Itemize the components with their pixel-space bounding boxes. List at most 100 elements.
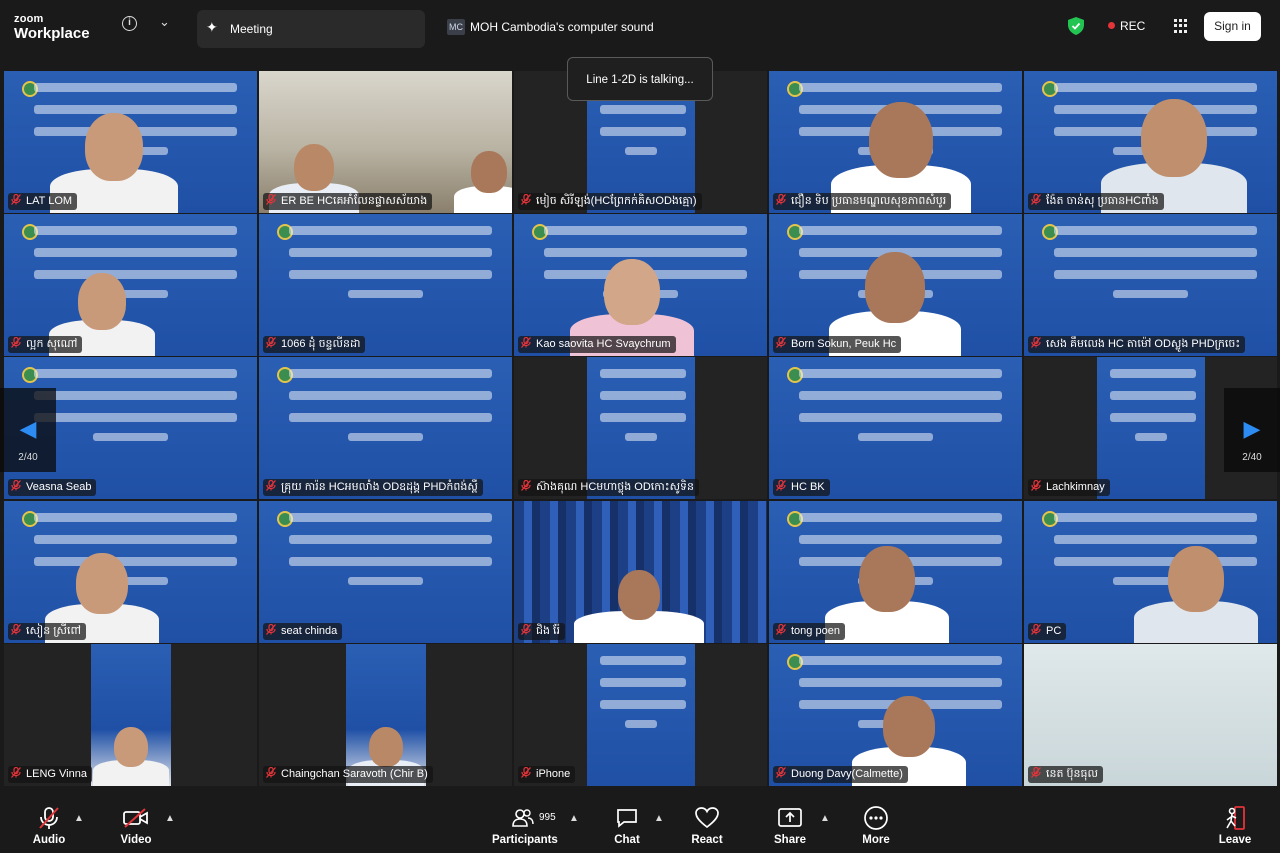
apps-grid-icon[interactable] [1174, 19, 1188, 33]
participant-video [91, 644, 171, 786]
participant-face [76, 553, 128, 614]
microphone-muted-icon [11, 194, 21, 205]
participant-tile[interactable]: ង៉ែត ចាន់សុ ប្រធានHCពាំង [1024, 71, 1277, 213]
participant-tile[interactable]: LAT LOM [4, 71, 257, 213]
microphone-muted-icon [776, 337, 786, 348]
participant-tile[interactable]: 1066 ដុំ ចន្ទលីនដា [259, 214, 512, 356]
participant-name: ស៊ាងគុណ HCមហាថ្លុង ODកោះសូទិន [536, 481, 695, 493]
participant-name: LENG Vinna [26, 768, 87, 780]
more-button[interactable]: More [857, 805, 895, 846]
participant-name: ជឿន ទិប ប្រធានមណ្ឌលសុខភាពសំបូរ [791, 195, 947, 207]
participant-name-label: PC [1028, 623, 1067, 640]
participant-tile[interactable]: seat chinda [259, 501, 512, 643]
presentation-slide [769, 357, 1022, 499]
chat-icon [617, 809, 637, 828]
video-label: Video [120, 834, 152, 846]
arrow-left-icon: ◀ [19, 416, 37, 441]
participant-tile[interactable]: គ្រុយ ការ៉ន HCអមលាំង ODឧដុង្គ PHDកំពង់ស្… [259, 357, 512, 499]
participant-name: 1066 ដុំ ចន្ទលីនដា [281, 338, 361, 350]
video-button[interactable]: Video [117, 805, 155, 846]
participant-tile[interactable]: នេត ប៊ុនធុល [1024, 644, 1277, 786]
microphone-muted-icon [521, 337, 531, 348]
participant-tile[interactable]: PC [1024, 501, 1277, 643]
microphone-muted-icon [1031, 480, 1041, 491]
participant-name: Duong Davy(Calmette) [791, 768, 903, 780]
logo-line1: zoom [14, 13, 44, 25]
chat-button[interactable]: Chat [608, 805, 646, 846]
participant-tile[interactable]: ល្អក សុណៅ [4, 214, 257, 356]
info-icon[interactable]: i [122, 16, 137, 31]
leave-icon [1226, 806, 1245, 830]
participants-icon [512, 809, 534, 827]
participant-name-label: ER BE HCគេអាំលែនផ្ទាសស័យាង [263, 193, 433, 210]
participant-name-label: ជឿន ទិប ប្រធានមណ្ឌលសុខភាពសំបូរ [773, 193, 952, 210]
microphone-muted-icon [521, 767, 531, 778]
video-options-caret[interactable]: ▲ [165, 813, 175, 824]
previous-page-button[interactable]: ◀ 2/40 [0, 388, 56, 472]
participant-face [859, 546, 915, 612]
participant-tile[interactable]: Duong Davy(Calmette) [769, 644, 1022, 786]
next-page-button[interactable]: ▶ 2/40 [1224, 388, 1280, 472]
participant-face [78, 273, 126, 330]
audio-options-caret[interactable]: ▲ [74, 813, 84, 824]
camera-off-icon [123, 808, 148, 828]
participant-tile[interactable]: LENG Vinna [4, 644, 257, 786]
audio-button[interactable]: Audio [30, 805, 68, 846]
shield-icon[interactable] [1068, 17, 1084, 35]
participant-name: Born Sokun, Peuk Hc [791, 338, 897, 350]
participant-tile[interactable]: iPhone [514, 644, 767, 786]
participant-face [869, 102, 933, 178]
microphone-muted-icon [39, 807, 59, 829]
participant-name-label: Lachkimnay [1028, 479, 1110, 496]
participant-tile[interactable]: ស៊ាងគុណ HCមហាថ្លុង ODកោះសូទិន [514, 357, 767, 499]
participant-name: ជិង រ៉ែ [536, 625, 561, 637]
leave-label: Leave [1218, 834, 1252, 846]
react-button[interactable]: React [688, 805, 726, 846]
participant-face [604, 259, 660, 325]
microphone-muted-icon [11, 480, 21, 491]
participant-name-label: សេង គឹមលេង HC តាម៉ៅ ODស្លូង PHDក្រចេះ [1028, 336, 1246, 353]
participant-tile[interactable]: HC BK [769, 357, 1022, 499]
participant-name-label: HC BK [773, 479, 830, 496]
share-options-caret[interactable]: ▲ [820, 813, 830, 824]
participant-face [114, 727, 148, 767]
paw-icon: ✦ [206, 19, 218, 35]
participant-tile[interactable]: Kao saovita HC Svaychrum [514, 214, 767, 356]
share-button[interactable]: Share [771, 805, 809, 846]
participant-name-label: Duong Davy(Calmette) [773, 766, 908, 783]
share-label: Share [774, 834, 806, 846]
participant-name-label: 1066 ដុំ ចន្ទលីនដា [263, 336, 366, 353]
sign-in-button[interactable]: Sign in [1204, 12, 1261, 41]
participants-label: Participants [492, 834, 558, 846]
meeting-tab[interactable]: ✦ Meeting [197, 10, 425, 48]
participant-tile[interactable]: ជិង រ៉ែ [514, 501, 767, 643]
microphone-muted-icon [266, 624, 276, 635]
participant-name: នេត ប៊ុនធុល [1046, 768, 1098, 780]
participants-count: 995 [539, 812, 556, 823]
leave-button[interactable]: Leave [1216, 805, 1254, 846]
participant-tile[interactable]: ER BE HCគេអាំលែនផ្ទាសស័យាង [259, 71, 512, 213]
arrow-right-icon: ▶ [1243, 416, 1261, 441]
microphone-muted-icon [11, 337, 21, 348]
chat-options-caret[interactable]: ▲ [654, 813, 664, 824]
participant-name-label: Veasna Seab [8, 479, 97, 496]
participant-tile[interactable]: ជឿន ទិប ប្រធានមណ្ឌលសុខភាពសំបូរ [769, 71, 1022, 213]
participant-tile[interactable]: សេង គឹមលេង HC តាម៉ៅ ODស្លូង PHDក្រចេះ [1024, 214, 1277, 356]
chevron-down-icon[interactable]: ⌄ [159, 14, 170, 30]
sound-avatar: MC [447, 18, 465, 35]
microphone-muted-icon [266, 767, 276, 778]
participant-tile[interactable]: Born Sokun, Peuk Hc [769, 214, 1022, 356]
microphone-muted-icon [1031, 337, 1041, 348]
microphone-muted-icon [1031, 767, 1041, 778]
participant-tile[interactable]: សៀន ស្រីពៅ [4, 501, 257, 643]
participant-tile[interactable]: tong poen [769, 501, 1022, 643]
recording-indicator[interactable]: REC [1108, 19, 1145, 33]
participant-name: គ្រុយ ការ៉ន HCអមលាំង ODឧដុង្គ PHDកំពង់ស្… [281, 481, 478, 493]
participant-tile[interactable]: Chaingchan Saravoth (Chir B) [259, 644, 512, 786]
participant-face [85, 113, 143, 181]
participant-name-label: នេត ប៊ុនធុល [1028, 766, 1103, 783]
participants-options-caret[interactable]: ▲ [569, 813, 579, 824]
video-grid: LAT LOM ER BE HCគេអាំលែនផ្ទាសស័យាង មៀច សិរ… [4, 71, 1277, 787]
participant-name-label: មៀច សិរីឡង់(HCព្រែកក់គិសODងគ្មោ) [518, 193, 702, 210]
presentation-slide [587, 357, 695, 499]
